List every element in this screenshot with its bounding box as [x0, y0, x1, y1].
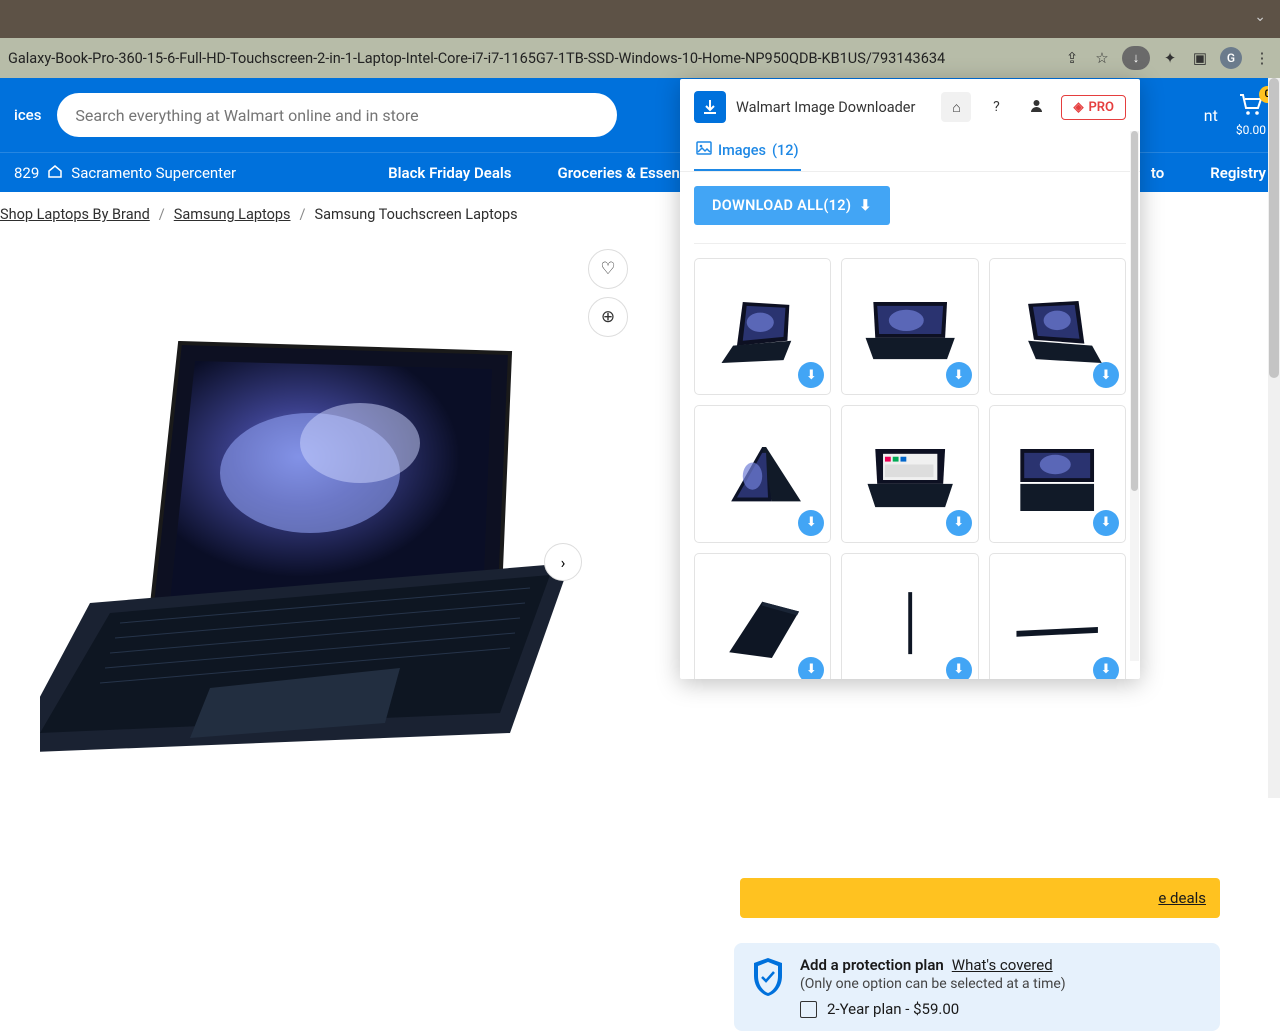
download-icon: ⬇	[953, 368, 964, 383]
tab-count: (12)	[772, 142, 799, 159]
download-thumbnail-button[interactable]: ⬇	[1093, 510, 1119, 536]
download-icon: ⬇	[1101, 662, 1112, 677]
nav-link[interactable]: Registry	[1210, 164, 1266, 182]
heart-icon: ♡	[600, 259, 615, 279]
url-text: Galaxy-Book-Pro-360-15-6-Full-HD-Touchsc…	[8, 50, 1052, 67]
download-icon: ⬇	[859, 197, 871, 214]
breadcrumb-current: Samsung Touchscreen Laptops	[315, 206, 518, 223]
search-bar[interactable]	[57, 93, 617, 137]
sidepanel-icon[interactable]: ▣	[1190, 48, 1210, 68]
help-button[interactable]: ?	[981, 92, 1011, 122]
image-thumbnail[interactable]: ⬇	[989, 405, 1126, 542]
cart-button[interactable]: 0 $0.00	[1236, 94, 1266, 137]
nav-link[interactable]: to	[1151, 164, 1164, 182]
header-left-fragment: ices	[14, 106, 41, 124]
download-icon: ⬇	[1101, 515, 1112, 530]
browser-tab-strip: ⌄	[0, 0, 1280, 38]
download-icon: ⬇	[1101, 368, 1112, 383]
cart-amount: $0.00	[1236, 123, 1266, 137]
download-indicator-icon[interactable]: ↓	[1122, 46, 1150, 70]
image-thumbnail[interactable]: ⬇	[989, 258, 1126, 395]
download-thumbnail-button[interactable]: ⬇	[798, 657, 824, 679]
images-tab[interactable]: Images (12)	[694, 131, 801, 171]
download-thumbnail-button[interactable]: ⬇	[946, 510, 972, 536]
extensions-icon[interactable]: ✦	[1160, 48, 1180, 68]
user-icon	[1029, 98, 1044, 117]
download-icon: ⬇	[953, 662, 964, 677]
profile-avatar[interactable]: G	[1220, 47, 1242, 69]
download-icon: ⬇	[806, 662, 817, 677]
download-icon: ⬇	[953, 515, 964, 530]
image-icon	[696, 141, 712, 159]
next-image-button[interactable]: ›	[544, 543, 582, 581]
protection-subtext: (Only one option can be selected at a ti…	[800, 976, 1066, 992]
zoom-in-icon: ⊕	[601, 307, 615, 327]
download-icon: ⬇	[806, 368, 817, 383]
shield-icon	[750, 956, 786, 998]
home-icon	[47, 163, 63, 183]
chevron-right-icon: ›	[561, 553, 566, 572]
image-thumbnail[interactable]: ⬇	[841, 553, 978, 679]
plan-checkbox[interactable]	[800, 1001, 817, 1018]
extension-popup: Walmart Image Downloader ⌂ ? ◈PRO Images…	[680, 79, 1140, 679]
extension-logo-icon	[694, 91, 726, 123]
share-icon[interactable]: ⇪	[1062, 48, 1082, 68]
gem-icon: ◈	[1073, 100, 1083, 115]
search-input[interactable]	[75, 106, 599, 125]
question-icon: ?	[993, 99, 1000, 115]
product-image[interactable]: ♡ ⊕ ›	[40, 253, 580, 763]
image-thumbnail[interactable]: ⬇	[841, 405, 978, 542]
download-thumbnail-button[interactable]: ⬇	[798, 510, 824, 536]
page-scrollbar[interactable]	[1268, 78, 1280, 798]
pro-button[interactable]: ◈PRO	[1061, 95, 1126, 120]
browser-menu-icon[interactable]: ⋮	[1252, 48, 1272, 68]
tab-label: Images	[718, 142, 766, 159]
chevron-down-icon[interactable]: ⌄	[1254, 9, 1266, 25]
image-thumbnail[interactable]: ⬇	[694, 405, 831, 542]
header-right-fragment: nt	[1204, 106, 1218, 125]
download-all-button[interactable]: DOWNLOAD ALL(12) ⬇	[694, 186, 890, 225]
plan-option-label: 2-Year plan - $59.00	[827, 1000, 959, 1018]
whats-covered-link[interactable]: What's covered	[952, 956, 1053, 974]
download-icon: ⬇	[806, 515, 817, 530]
bookmark-star-icon[interactable]: ☆	[1092, 48, 1112, 68]
zip-fragment: 829	[14, 164, 39, 182]
download-thumbnail-button[interactable]: ⬇	[946, 362, 972, 388]
breadcrumb-link[interactable]: Shop Laptops By Brand	[0, 206, 150, 223]
extension-scrollbar[interactable]	[1130, 131, 1139, 661]
deals-banner[interactable]: e deals	[740, 878, 1220, 918]
image-thumbnail[interactable]: ⬇	[989, 553, 1126, 679]
image-thumbnail[interactable]: ⬇	[694, 258, 831, 395]
store-name[interactable]: Sacramento Supercenter	[71, 164, 236, 182]
protection-heading: Add a protection plan	[800, 956, 944, 974]
favorite-button[interactable]: ♡	[588, 249, 628, 289]
home-icon: ⌂	[952, 99, 960, 116]
nav-link[interactable]: Black Friday Deals	[388, 164, 511, 182]
extension-title: Walmart Image Downloader	[736, 99, 931, 116]
cart-icon: 0	[1236, 94, 1266, 121]
download-thumbnail-button[interactable]: ⬇	[946, 657, 972, 679]
home-button[interactable]: ⌂	[941, 92, 971, 122]
protection-plan-card: Add a protection plan What's covered (Onl…	[734, 943, 1220, 1031]
download-thumbnail-button[interactable]: ⬇	[1093, 657, 1119, 679]
deals-link-text: e deals	[1158, 889, 1206, 907]
image-thumbnail[interactable]: ⬇	[841, 258, 978, 395]
browser-toolbar: Galaxy-Book-Pro-360-15-6-Full-HD-Touchsc…	[0, 38, 1280, 78]
zoom-button[interactable]: ⊕	[588, 297, 628, 337]
image-thumbnail[interactable]: ⬇	[694, 553, 831, 679]
account-button[interactable]	[1021, 92, 1051, 122]
breadcrumb-link[interactable]: Samsung Laptops	[174, 206, 291, 223]
